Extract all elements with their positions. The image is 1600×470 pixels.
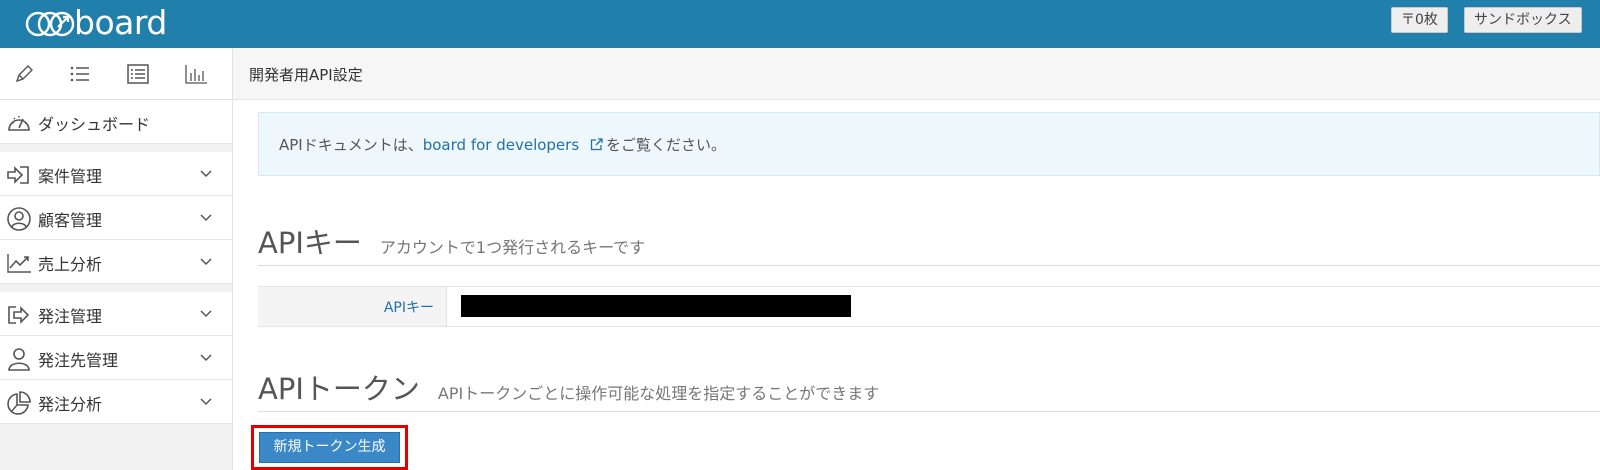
- sidebar-item-orders[interactable]: 発注管理: [0, 292, 232, 336]
- sidebar-item-label: 発注先管理: [38, 351, 119, 370]
- list-box-icon[interactable]: [126, 62, 150, 86]
- api-key-label-cell: APIキー: [258, 287, 447, 326]
- api-key-row: APIキー: [258, 286, 1600, 327]
- pie-chart-icon: [7, 391, 31, 415]
- info-suffix: をご覧ください。: [605, 136, 726, 154]
- sidebar-item-label: 売上分析: [38, 255, 103, 274]
- app-header: board 〒0枚 サンドボックス: [0, 0, 1600, 48]
- api-key-value-redacted: [461, 295, 851, 317]
- info-text: APIドキュメントは、board for developers をご覧ください。: [279, 134, 726, 155]
- sidebar-item-order-analysis[interactable]: 発注分析: [0, 380, 232, 424]
- highlight-frame: 新規トークン生成: [251, 425, 408, 470]
- sidebar: ダッシュボード 案件管理 顧客管理 売上分析 発注管理 発注先管理 発注分析: [0, 48, 233, 470]
- new-token-button[interactable]: 新規トークン生成: [259, 432, 400, 463]
- tray-button[interactable]: 〒0枚: [1391, 7, 1448, 33]
- sidebar-item-customers[interactable]: 顧客管理: [0, 196, 232, 240]
- sidebar-item-label: 案件管理: [38, 167, 103, 186]
- user-circle-icon: [7, 207, 31, 231]
- board-logo-icon: [25, 11, 75, 37]
- list-icon[interactable]: [68, 62, 92, 86]
- api-key-label: APIキー: [383, 300, 434, 316]
- external-link-icon[interactable]: [590, 138, 603, 151]
- api-token-section-header: APIトークン APIトークンごとに操作可能な処理を指定することができます: [258, 366, 1600, 412]
- sidebar-item-label: ダッシュボード: [38, 115, 151, 134]
- logo-text: board: [74, 3, 167, 42]
- chevron-down-icon: [200, 170, 212, 178]
- board-logo[interactable]: board: [24, 5, 167, 41]
- api-token-title: APIトークン: [258, 372, 420, 406]
- user-icon: [8, 348, 30, 371]
- api-key-subtitle: アカウントで1つ発行されるキーです: [379, 238, 646, 257]
- sidebar-item-suppliers[interactable]: 発注先管理: [0, 336, 232, 380]
- pencil-icon[interactable]: [12, 62, 36, 86]
- sidebar-toolbar: [0, 48, 232, 100]
- bar-chart-icon[interactable]: [184, 62, 208, 86]
- line-chart-icon: [7, 254, 31, 273]
- share-arrow-icon: [8, 306, 30, 324]
- info-prefix: APIドキュメントは、: [279, 136, 423, 154]
- sidebar-item-dashboard[interactable]: ダッシュボード: [0, 100, 232, 144]
- chevron-down-icon: [200, 214, 212, 222]
- api-token-subtitle: APIトークンごとに操作可能な処理を指定することができます: [437, 384, 880, 403]
- gauge-icon: [8, 116, 30, 131]
- api-key-section-header: APIキー アカウントで1つ発行されるキーです: [258, 220, 1600, 266]
- chevron-down-icon: [200, 398, 212, 406]
- sidebar-item-sales-analysis[interactable]: 売上分析: [0, 240, 232, 284]
- page-title-bar: 開発者用API設定: [233, 48, 1600, 100]
- sidebar-item-label: 顧客管理: [38, 211, 103, 230]
- chevron-down-icon: [200, 354, 212, 362]
- sandbox-button[interactable]: サンドボックス: [1464, 7, 1582, 33]
- sidebar-item-projects[interactable]: 案件管理: [0, 152, 232, 196]
- chevron-down-icon: [200, 310, 212, 318]
- developers-link[interactable]: board for developers: [423, 136, 579, 154]
- sign-in-icon: [7, 166, 29, 184]
- sidebar-item-label: 発注分析: [38, 395, 103, 414]
- api-key-title: APIキー: [258, 226, 362, 260]
- sidebar-item-label: 発注管理: [38, 307, 103, 326]
- info-banner: APIドキュメントは、board for developers をご覧ください。: [258, 112, 1600, 176]
- page-title: 開発者用API設定: [249, 66, 363, 84]
- chevron-down-icon: [200, 258, 212, 266]
